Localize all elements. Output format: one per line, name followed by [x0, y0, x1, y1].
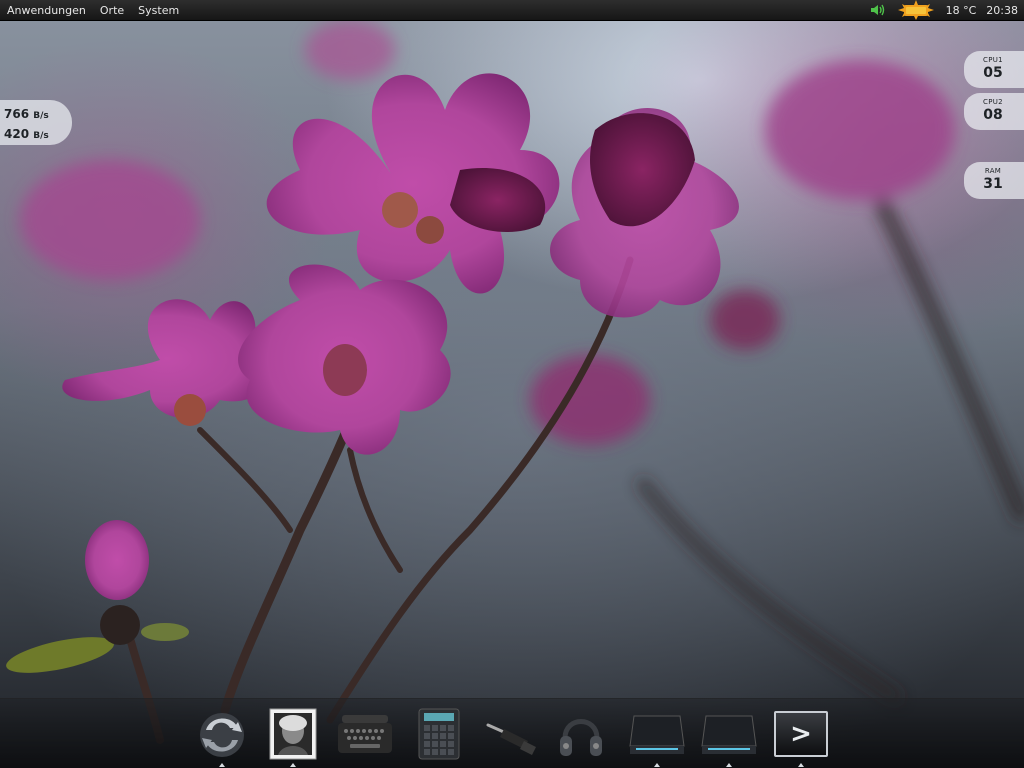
running-indicator	[654, 763, 660, 767]
upload-unit: B/s	[33, 131, 49, 141]
calculator-icon	[418, 708, 460, 760]
running-indicator	[798, 763, 804, 767]
running-indicator	[290, 763, 296, 767]
cpu1-label: CPU1	[983, 56, 1003, 64]
weather-temperature[interactable]: 18 °C	[946, 4, 977, 17]
drive-icon	[629, 715, 685, 754]
cpu2-widget: CPU2 08	[964, 93, 1024, 130]
ram-label: RAM	[984, 167, 1002, 175]
top-panel: Anwendungen Orte System 18 °C 20:38	[0, 0, 1024, 21]
upload-speed: 420 B/s	[4, 125, 72, 145]
headphones-icon	[560, 719, 602, 756]
dock-item-terminal[interactable]: >	[772, 705, 830, 767]
running-indicator	[219, 763, 225, 767]
network-speed-widget: 766 B/s 420 B/s	[0, 100, 72, 145]
cpu1-value: 05	[983, 65, 1003, 81]
system-tray: 18 °C 20:38	[870, 0, 1024, 20]
dock: >	[0, 698, 1024, 768]
volume-icon[interactable]	[870, 3, 886, 17]
download-value: 766	[4, 107, 30, 121]
menu-applications[interactable]: Anwendungen	[6, 4, 93, 17]
upload-value: 420	[4, 127, 30, 141]
drive-icon	[701, 715, 757, 754]
running-indicator	[726, 763, 732, 767]
download-speed: 766 B/s	[4, 105, 72, 125]
desktop-wallpaper[interactable]: Anwendungen Orte System 18 °C 20:38 766 …	[0, 0, 1024, 768]
typewriter-icon	[338, 715, 392, 753]
portrait-icon	[269, 708, 317, 760]
update-icon	[200, 713, 244, 757]
cpu2-value: 08	[983, 107, 1003, 123]
cpu1-widget: CPU1 05	[964, 51, 1024, 88]
dock-item-portrait[interactable]	[264, 705, 322, 767]
download-unit: B/s	[33, 111, 49, 121]
screwdriver-icon	[486, 723, 536, 755]
wallpaper-flowers	[6, 20, 1024, 744]
dock-item-screwdriver[interactable]	[482, 705, 540, 763]
panel-menus: Anwendungen Orte System	[0, 4, 192, 17]
menu-system[interactable]: System	[137, 4, 186, 17]
terminal-prompt: >	[790, 719, 812, 749]
cpu2-label: CPU2	[983, 98, 1003, 106]
dock-item-typewriter[interactable]	[336, 705, 394, 763]
ram-value: 31	[983, 176, 1003, 192]
dock-item-drive-1[interactable]	[628, 705, 686, 767]
menu-places[interactable]: Orte	[99, 4, 131, 17]
clock[interactable]: 20:38	[986, 4, 1018, 17]
sun-weather-icon[interactable]	[896, 0, 936, 20]
ram-widget: RAM 31	[964, 162, 1024, 199]
dock-item-update[interactable]	[193, 705, 251, 767]
dock-item-headphones[interactable]	[552, 705, 610, 763]
dock-item-calculator[interactable]	[410, 705, 468, 763]
dock-item-drive-2[interactable]	[700, 705, 758, 767]
terminal-icon: >	[774, 711, 828, 757]
